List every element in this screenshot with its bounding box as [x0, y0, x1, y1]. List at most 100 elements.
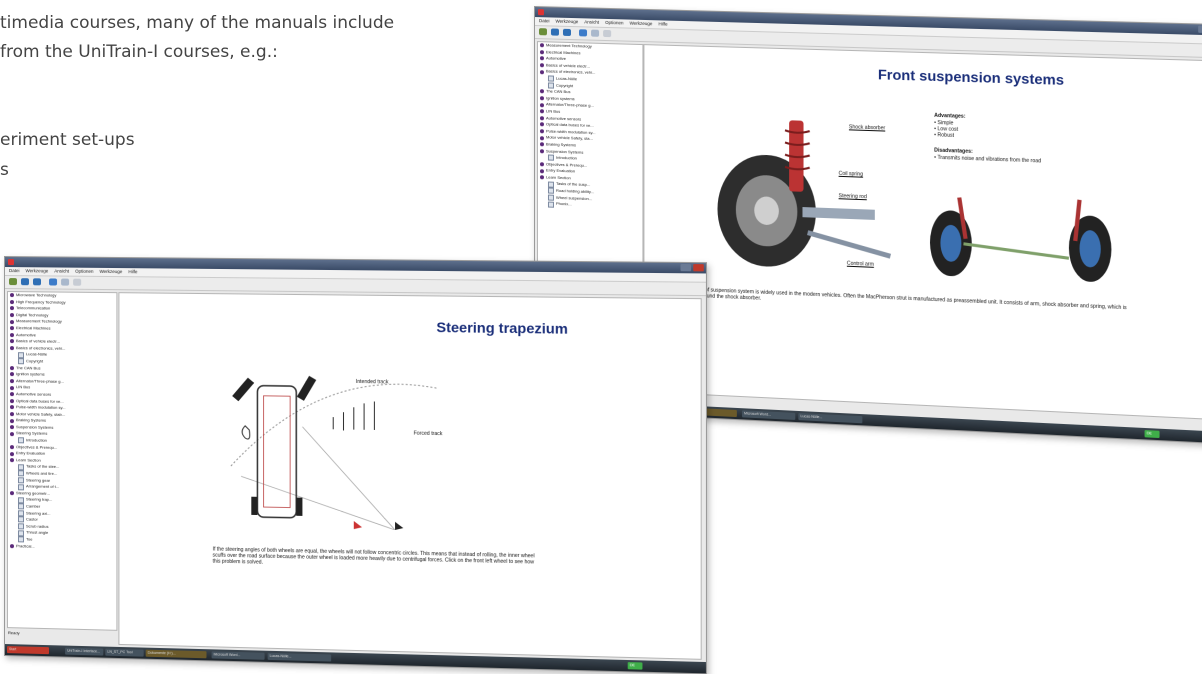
module-icon — [9, 405, 14, 410]
menu-item[interactable]: Optionen — [605, 20, 623, 26]
menu-item[interactable]: Hilfe — [659, 21, 668, 26]
module-icon — [9, 458, 14, 463]
module-icon — [9, 339, 14, 344]
module-icon — [539, 69, 544, 74]
taskbar-item[interactable]: UniTrain-I Interface... — [65, 647, 104, 656]
page-icon — [17, 483, 24, 490]
doc-line-3: eriment set-ups — [0, 130, 135, 150]
print-icon[interactable] — [603, 29, 612, 38]
taskbar-item[interactable]: LN_ST_PC Tool — [105, 648, 144, 657]
page-icon — [17, 358, 24, 365]
module-icon — [9, 379, 14, 384]
page-icon — [17, 516, 24, 523]
taskbar-item[interactable]: Lucas-Nülle... — [798, 413, 863, 424]
up-arrow-icon[interactable] — [20, 278, 29, 286]
menu-item[interactable]: Werkzeuge — [630, 21, 653, 27]
advantage-item: • Robust — [934, 132, 955, 139]
menu-item[interactable]: Werkzeuge — [100, 269, 123, 274]
axle-illustration — [929, 186, 1112, 283]
language-indicator[interactable]: DE — [1144, 430, 1160, 439]
module-icon — [9, 306, 14, 311]
page-icon — [547, 187, 554, 195]
page-icon — [17, 503, 24, 510]
page-icon — [17, 470, 24, 477]
page-icon — [547, 201, 554, 208]
tree-item[interactable]: Practical... — [8, 543, 116, 552]
menu-item[interactable]: Ansicht — [584, 19, 599, 24]
doc-line-2: from the UniTrain-I courses, e.g.: — [0, 42, 278, 62]
back-arrow-icon[interactable] — [49, 278, 58, 286]
menu-item[interactable]: Hilfe — [128, 269, 137, 274]
label-shock-absorber: Shock absorber — [848, 124, 886, 132]
menu-item[interactable]: Werkzeuge — [555, 19, 578, 25]
page-icon — [547, 181, 554, 188]
content-pane: Steering trapezium Intended track Forced… — [118, 292, 702, 660]
back-arrow-icon[interactable] — [579, 29, 588, 37]
label-intended-track: Intended track — [355, 378, 389, 386]
print-icon[interactable] — [73, 278, 82, 286]
module-icon — [539, 129, 544, 134]
menu-item[interactable]: Werkzeuge — [26, 268, 49, 273]
screenshot-window-steering: Datei Werkzeuge Ansicht Optionen Werkzeuge Hi… — [4, 256, 708, 674]
up-arrow-icon[interactable] — [550, 28, 559, 36]
label-coil-spring: Coil spring — [838, 170, 864, 178]
page-icon — [17, 437, 24, 444]
home-icon[interactable] — [8, 278, 17, 286]
menu-item[interactable]: Ansicht — [54, 268, 69, 273]
taskbar-item[interactable]: Dokumente (H:)... — [145, 649, 207, 659]
module-icon — [9, 445, 14, 450]
module-icon — [539, 175, 544, 180]
module-icon — [539, 168, 544, 173]
page-icon — [17, 536, 24, 543]
page-icon — [17, 477, 24, 484]
module-icon — [9, 372, 14, 377]
page-icon — [17, 523, 24, 530]
page-icon — [547, 82, 554, 89]
module-icon — [9, 319, 14, 324]
forward-arrow-icon[interactable] — [591, 29, 600, 37]
module-icon — [539, 102, 544, 107]
menu-item[interactable]: Datei — [539, 18, 550, 23]
home-icon[interactable] — [538, 28, 547, 36]
module-icon — [9, 491, 14, 496]
module-icon — [9, 418, 14, 423]
taskbar-item[interactable]: Microsoft Word... — [211, 651, 265, 660]
module-icon — [539, 122, 544, 127]
disadvantages-title: Disadvantages: — [934, 147, 973, 155]
module-icon — [9, 293, 14, 298]
close-button[interactable] — [693, 264, 704, 272]
page-icon — [17, 351, 24, 358]
content-pane: Front suspension systems Shock absorber … — [643, 44, 1202, 421]
taskbar-item[interactable]: Microsoft Word... — [741, 410, 796, 420]
taskbar-item[interactable]: Lucas-Nülle... — [267, 652, 332, 662]
minimize-button[interactable] — [680, 263, 692, 272]
minimize-button[interactable] — [1198, 25, 1202, 34]
macpherson-strut-illustration — [717, 120, 911, 269]
down-arrow-icon[interactable] — [32, 278, 42, 286]
down-arrow-icon[interactable] — [562, 28, 571, 37]
module-icon — [9, 346, 14, 351]
label-steering-rod: Steering rod — [838, 193, 867, 201]
module-icon — [9, 392, 14, 397]
page-icon — [17, 463, 24, 471]
page-description: If the steering angles of both wheels ar… — [212, 546, 535, 566]
status-bar: Ready — [7, 630, 20, 636]
module-icon — [9, 332, 14, 337]
start-button[interactable]: Start — [6, 646, 50, 655]
module-icon — [539, 56, 544, 61]
advantages-title: Advantages: — [934, 112, 966, 120]
module-icon — [9, 543, 14, 549]
module-icon — [9, 385, 14, 390]
forward-arrow-icon[interactable] — [61, 278, 70, 286]
module-icon — [539, 96, 544, 101]
module-icon — [9, 412, 14, 417]
language-indicator[interactable]: DE — [627, 662, 643, 670]
module-icon — [9, 299, 14, 304]
app-icon — [7, 259, 14, 266]
module-icon — [9, 431, 14, 436]
module-icon — [539, 135, 544, 140]
doc-line-4: s — [0, 160, 9, 180]
course-tree: Microwave Technology High Frequency Techn… — [6, 291, 118, 631]
menu-item[interactable]: Optionen — [75, 269, 93, 274]
menu-item[interactable]: Datei — [9, 268, 20, 273]
